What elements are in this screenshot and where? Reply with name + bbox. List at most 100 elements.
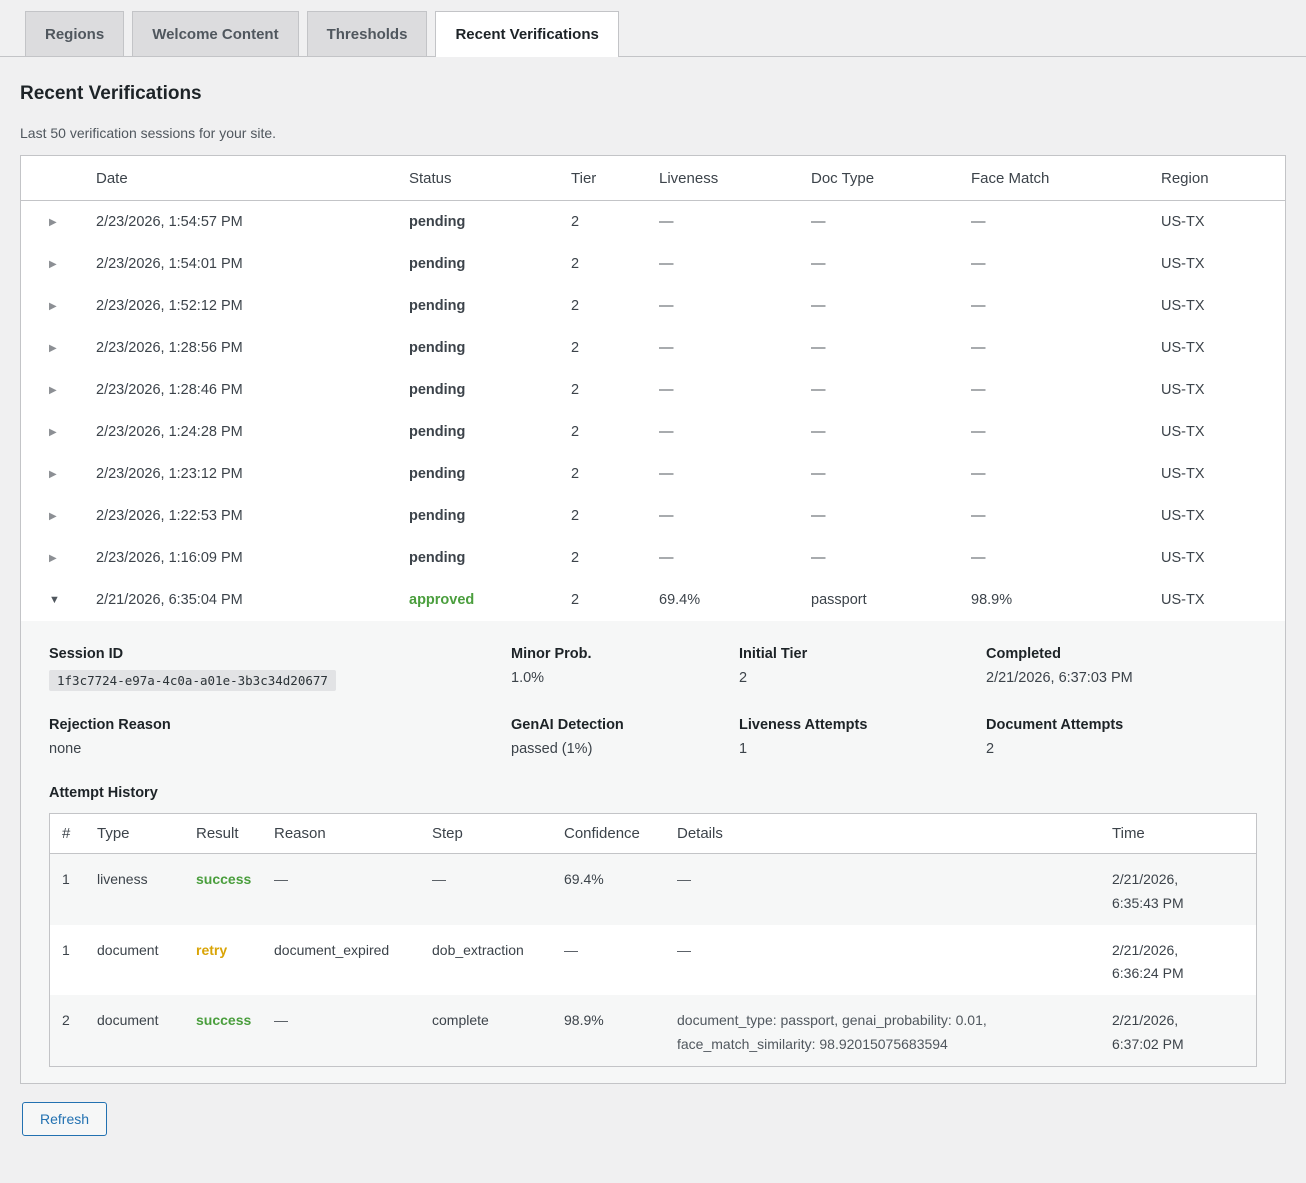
cell-face-match: — <box>971 243 1161 285</box>
status-badge: pending <box>409 369 571 411</box>
cell-tier: 2 <box>571 243 659 285</box>
cell-reason: — <box>274 995 432 1042</box>
table-row[interactable]: ▶ 2/23/2026, 1:54:01 PM pending 2 — — — … <box>21 243 1285 285</box>
cell-region: US-TX <box>1161 453 1285 495</box>
caret-right-icon[interactable]: ▶ <box>21 372 96 409</box>
cell-step: dob_extraction <box>432 925 564 972</box>
table-row[interactable]: ▶ 2/23/2026, 1:22:53 PM pending 2 — — — … <box>21 495 1285 537</box>
status-badge: approved <box>409 579 571 621</box>
cell-date: 2/23/2026, 1:54:01 PM <box>96 243 409 285</box>
caret-right-icon[interactable]: ▶ <box>21 540 96 577</box>
status-badge: pending <box>409 243 571 285</box>
page-subtitle: Last 50 verification sessions for your s… <box>20 125 1306 141</box>
field-liveness-attempts: Liveness Attempts 1 <box>739 717 986 757</box>
cell-date: 2/23/2026, 1:28:56 PM <box>96 327 409 369</box>
table-row-expanded[interactable]: ▼ 2/21/2026, 6:35:04 PM approved 2 69.4%… <box>21 579 1285 621</box>
caret-right-icon[interactable]: ▶ <box>21 246 96 283</box>
caret-right-icon[interactable]: ▶ <box>21 288 96 325</box>
cell-date: 2/23/2026, 1:52:12 PM <box>96 285 409 327</box>
cell-tier: 2 <box>571 285 659 327</box>
field-rejection-reason: Rejection Reason none <box>49 717 511 757</box>
cell-region: US-TX <box>1161 285 1285 327</box>
table-row[interactable]: ▶ 2/23/2026, 1:24:28 PM pending 2 — — — … <box>21 411 1285 453</box>
tab-regions[interactable]: Regions <box>25 11 124 56</box>
cell-region: US-TX <box>1161 579 1285 621</box>
table-row[interactable]: ▶ 2/23/2026, 1:52:12 PM pending 2 — — — … <box>21 285 1285 327</box>
caret-right-icon[interactable]: ▶ <box>21 330 96 367</box>
cell-region: US-TX <box>1161 369 1285 411</box>
cell-details: — <box>677 854 1112 901</box>
cell-doc-type: passport <box>811 579 971 621</box>
result-badge: success <box>196 854 274 901</box>
cell-region: US-TX <box>1161 495 1285 537</box>
header-time: Time <box>1112 814 1256 853</box>
cell-region: US-TX <box>1161 243 1285 285</box>
header-step: Step <box>432 814 564 853</box>
field-label: Initial Tier <box>739 646 986 662</box>
attempt-row: 1 liveness success — — 69.4% — 2/21/2026… <box>50 854 1256 925</box>
cell-date: 2/23/2026, 1:24:28 PM <box>96 411 409 453</box>
sessions-table-header: Date Status Tier Liveness Doc Type Face … <box>21 156 1285 201</box>
header-date: Date <box>96 156 409 200</box>
field-minor-prob: Minor Prob. 1.0% <box>511 646 739 691</box>
caret-right-icon[interactable]: ▶ <box>21 204 96 241</box>
cell-liveness: — <box>659 285 811 327</box>
cell-liveness: — <box>659 537 811 579</box>
table-row[interactable]: ▶ 2/23/2026, 1:16:09 PM pending 2 — — — … <box>21 537 1285 579</box>
cell-region: US-TX <box>1161 201 1285 243</box>
cell-doc-type: — <box>811 537 971 579</box>
cell-doc-type: — <box>811 201 971 243</box>
field-document-attempts: Document Attempts 2 <box>986 717 1257 757</box>
field-value: passed (1%) <box>511 741 739 757</box>
header-reason: Reason <box>274 814 432 853</box>
tab-recent-verifications[interactable]: Recent Verifications <box>435 11 618 57</box>
cell-doc-type: — <box>811 453 971 495</box>
cell-region: US-TX <box>1161 411 1285 453</box>
header-type: Type <box>97 814 196 853</box>
cell-reason: document_expired <box>274 925 432 972</box>
status-badge: pending <box>409 495 571 537</box>
header-face-match: Face Match <box>971 156 1161 200</box>
status-badge: pending <box>409 327 571 369</box>
attempt-table-header: # Type Result Reason Step Confidence Det… <box>50 814 1256 854</box>
cell-doc-type: — <box>811 369 971 411</box>
result-badge: success <box>196 995 274 1042</box>
header-result: Result <box>196 814 274 853</box>
table-row[interactable]: ▶ 2/23/2026, 1:28:56 PM pending 2 — — — … <box>21 327 1285 369</box>
tab-welcome-content[interactable]: Welcome Content <box>132 11 298 56</box>
table-row[interactable]: ▶ 2/23/2026, 1:54:57 PM pending 2 — — — … <box>21 201 1285 243</box>
cell-time: 2/21/2026, 6:37:02 PM <box>1112 995 1217 1066</box>
field-session-id: Session ID 1f3c7724-e97a-4c0a-a01e-3b3c3… <box>49 646 511 691</box>
session-id-value: 1f3c7724-e97a-4c0a-a01e-3b3c34d20677 <box>49 670 336 691</box>
field-value: 2 <box>739 670 986 686</box>
attempt-row: 2 document success — complete 98.9% docu… <box>50 995 1256 1066</box>
cell-doc-type: — <box>811 285 971 327</box>
attempt-history-table: # Type Result Reason Step Confidence Det… <box>49 813 1257 1067</box>
field-value: none <box>49 741 511 757</box>
caret-right-icon[interactable]: ▶ <box>21 498 96 535</box>
cell-num: 1 <box>50 925 97 972</box>
status-badge: pending <box>409 453 571 495</box>
cell-face-match: — <box>971 369 1161 411</box>
cell-face-match: — <box>971 411 1161 453</box>
cell-tier: 2 <box>571 537 659 579</box>
cell-date: 2/23/2026, 1:23:12 PM <box>96 453 409 495</box>
caret-right-icon[interactable]: ▶ <box>21 456 96 493</box>
cell-date: 2/23/2026, 1:16:09 PM <box>96 537 409 579</box>
cell-step: — <box>432 854 564 901</box>
header-details: Details <box>677 814 1112 853</box>
cell-tier: 2 <box>571 369 659 411</box>
table-row[interactable]: ▶ 2/23/2026, 1:23:12 PM pending 2 — — — … <box>21 453 1285 495</box>
refresh-button[interactable]: Refresh <box>22 1102 107 1136</box>
field-label: Document Attempts <box>986 717 1257 733</box>
header-status: Status <box>409 156 571 200</box>
table-row[interactable]: ▶ 2/23/2026, 1:28:46 PM pending 2 — — — … <box>21 369 1285 411</box>
cell-num: 1 <box>50 854 97 901</box>
field-initial-tier: Initial Tier 2 <box>739 646 986 691</box>
caret-right-icon[interactable]: ▶ <box>21 414 96 451</box>
attempt-row: 1 document retry document_expired dob_ex… <box>50 925 1256 996</box>
caret-down-icon[interactable]: ▼ <box>21 581 96 619</box>
tab-thresholds[interactable]: Thresholds <box>307 11 428 56</box>
field-completed: Completed 2/21/2026, 6:37:03 PM <box>986 646 1257 691</box>
tab-bar: Regions Welcome Content Thresholds Recen… <box>0 0 1306 57</box>
